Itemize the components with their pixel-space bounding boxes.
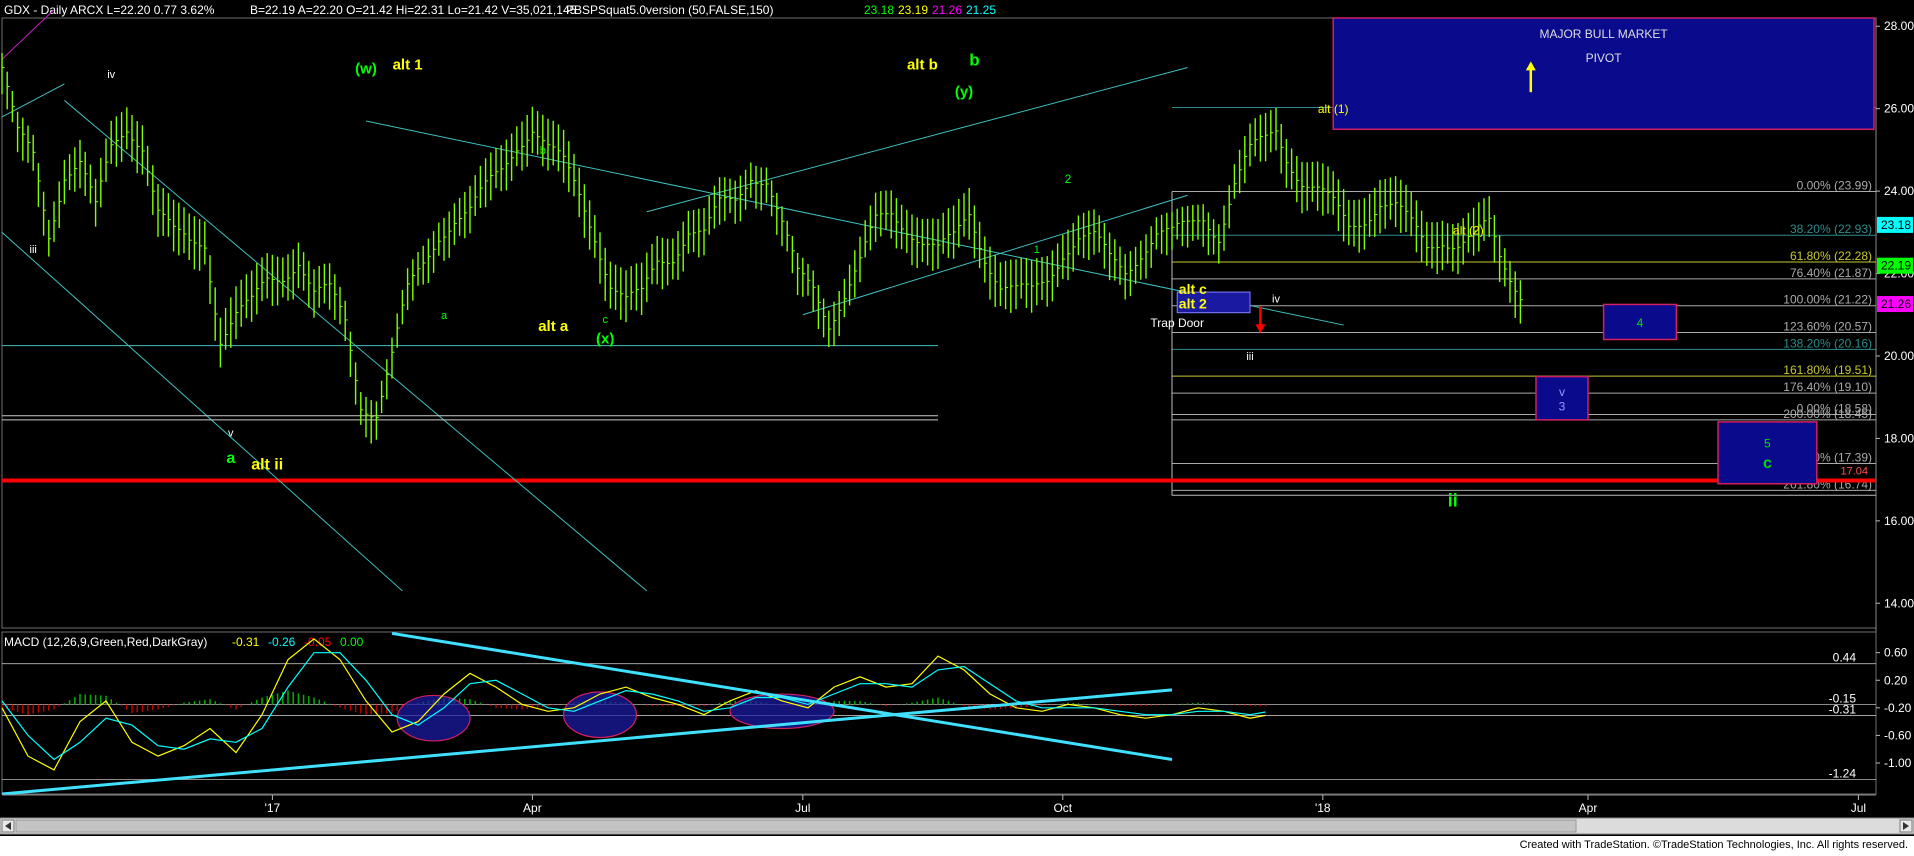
wave-label: alt 1	[393, 57, 423, 74]
bid-ask-info: B=22.19 A=22.20 O=21.42 Hi=22.31 Lo=21.4…	[250, 3, 577, 17]
price-tick-label: 26.00	[1884, 102, 1914, 116]
macd-value-1: -0.31	[232, 635, 260, 649]
wave-label: a	[226, 450, 235, 467]
trend-line	[1, 9, 55, 60]
wave-label: iv	[107, 69, 115, 81]
price-tick-label: 18.00	[1884, 431, 1914, 445]
price-badge-label: 21.26	[1881, 297, 1911, 311]
fib-level-label: 200.00% (18.45)	[1783, 407, 1872, 421]
price-tick-label: 28.00	[1884, 19, 1914, 33]
macd-tick-label: 0.20	[1884, 673, 1908, 687]
macd-level-label: -1.24	[1829, 767, 1857, 781]
arrow-head-icon	[1255, 324, 1266, 334]
chart-window: GDX - Daily ARCX L=22.20 0.77 3.62% B=22…	[0, 0, 1914, 856]
wave-label: iii	[1246, 351, 1253, 363]
time-tick-label: '18	[1315, 801, 1331, 815]
copyright-text: Created with TradeStation. ©TradeStation…	[1519, 839, 1908, 851]
price-tick-label: 24.00	[1884, 184, 1914, 198]
time-axis: '17 Apr Jul Oct '18 Apr Jul	[2, 794, 1876, 815]
macd-level-label: 0.44	[1833, 651, 1857, 665]
fib-level-label: 176.40% (19.10)	[1783, 380, 1872, 394]
time-tick-label: Oct	[1053, 801, 1072, 815]
wave-label: b	[540, 145, 546, 157]
fib-level-label: 161.80% (19.51)	[1783, 363, 1872, 377]
price-panel[interactable]: 14.0016.0018.0020.0022.0024.0026.0028.00…	[1, 9, 1914, 794]
time-tick-label: '17	[265, 801, 281, 815]
wave-label: iii	[30, 244, 37, 256]
trend-line	[646, 66, 1188, 213]
price-tick-label: 20.00	[1884, 349, 1914, 363]
wave-label: ii	[1448, 490, 1458, 510]
trend-line	[1, 83, 65, 118]
price-badge-label: 23.18	[1881, 218, 1911, 232]
horizontal-scrollbar[interactable]	[0, 817, 1914, 835]
fib-level-label: 61.80% (22.28)	[1790, 249, 1872, 263]
support-line-label: 17.04	[1840, 465, 1868, 477]
wave-label: alt 2	[1179, 296, 1207, 312]
wave-label: (y)	[955, 83, 973, 100]
macd-divergence-ellipse	[396, 694, 471, 742]
wave-label: alt b	[907, 57, 938, 74]
wave-label: Trap Door	[1150, 316, 1204, 330]
box-label: MAJOR BULL MARKET	[1539, 27, 1668, 41]
macd-level-label: -0.31	[1829, 702, 1857, 716]
macd-label: MACD (12,26,9,Green,Red,DarkGray)	[4, 635, 207, 649]
macd-divergence-ellipse	[562, 691, 637, 739]
wave-label: 1	[1034, 244, 1040, 256]
wave-label: 2	[1065, 172, 1072, 186]
fib-level-label: 100.00% (21.22)	[1783, 293, 1872, 307]
fib-level-label: 76.40% (21.87)	[1790, 266, 1872, 280]
time-tick-label: Jul	[1851, 801, 1866, 815]
macd-tick-label: -0.20	[1884, 701, 1912, 715]
price-tick-label: 14.00	[1884, 596, 1914, 610]
wave-label: (w)	[355, 61, 377, 78]
indicator-value-2: 23.19	[898, 3, 928, 17]
time-tick-label: Apr	[523, 801, 542, 815]
box-label: PIVOT	[1586, 51, 1623, 65]
box-label: 5	[1764, 437, 1771, 451]
price-badge-label: 22.19	[1881, 259, 1911, 273]
macd-panel[interactable]: 0.600.20-0.20-0.60-1.000.44-0.15-0.31-1.…	[1, 631, 1912, 796]
indicator-value-4: 21.25	[966, 3, 996, 17]
wave-label: c	[602, 314, 608, 326]
box-label: v	[1559, 385, 1565, 399]
fib-level-label: 0.00% (23.99)	[1797, 179, 1872, 193]
chart-canvas: GDX - Daily ARCX L=22.20 0.77 3.62% B=22…	[0, 3, 1914, 835]
wave-label: iv	[1272, 293, 1280, 305]
fib-level-label: 138.20% (20.16)	[1783, 336, 1872, 350]
indicator-label: PBSPSquat5.0version (50,FALSE,150)	[566, 3, 773, 17]
wave-label: alt (1)	[1318, 102, 1349, 116]
footer-bar: Created with TradeStation. ©TradeStation…	[0, 836, 1914, 856]
macd-tick-label: -1.00	[1884, 756, 1912, 770]
wave-label: a	[441, 310, 448, 322]
time-tick-label: Apr	[1579, 801, 1598, 815]
macd-value-2: -0.26	[268, 635, 296, 649]
box-label: 3	[1559, 399, 1566, 413]
wave-label: b	[969, 50, 979, 69]
macd-tick-label: 0.60	[1884, 646, 1908, 660]
box-label: c	[1763, 455, 1772, 472]
wave-label: alt a	[538, 318, 569, 335]
fib-level-label: 123.60% (20.57)	[1783, 319, 1872, 333]
indicator-value-3: 21.26	[932, 3, 962, 17]
time-tick-label: Jul	[795, 801, 810, 815]
trend-line	[1, 231, 403, 592]
box-label: 4	[1637, 316, 1644, 330]
wave-5-c-box	[1717, 421, 1818, 485]
wave-label: (x)	[596, 331, 614, 348]
scroll-thumb[interactable]	[15, 819, 1577, 833]
symbol-info: GDX - Daily ARCX L=22.20 0.77 3.62%	[4, 3, 215, 17]
fib-level-label: 38.20% (22.93)	[1790, 222, 1872, 236]
price-tick-label: 16.00	[1884, 514, 1914, 528]
macd-value-4: 0.00	[340, 635, 364, 649]
wave-label: v	[228, 427, 234, 439]
wave-label: alt ii	[251, 456, 283, 473]
indicator-value-1: 23.18	[864, 3, 894, 17]
wave-label: alt (2)	[1453, 223, 1484, 237]
macd-tick-label: -0.60	[1884, 728, 1912, 742]
